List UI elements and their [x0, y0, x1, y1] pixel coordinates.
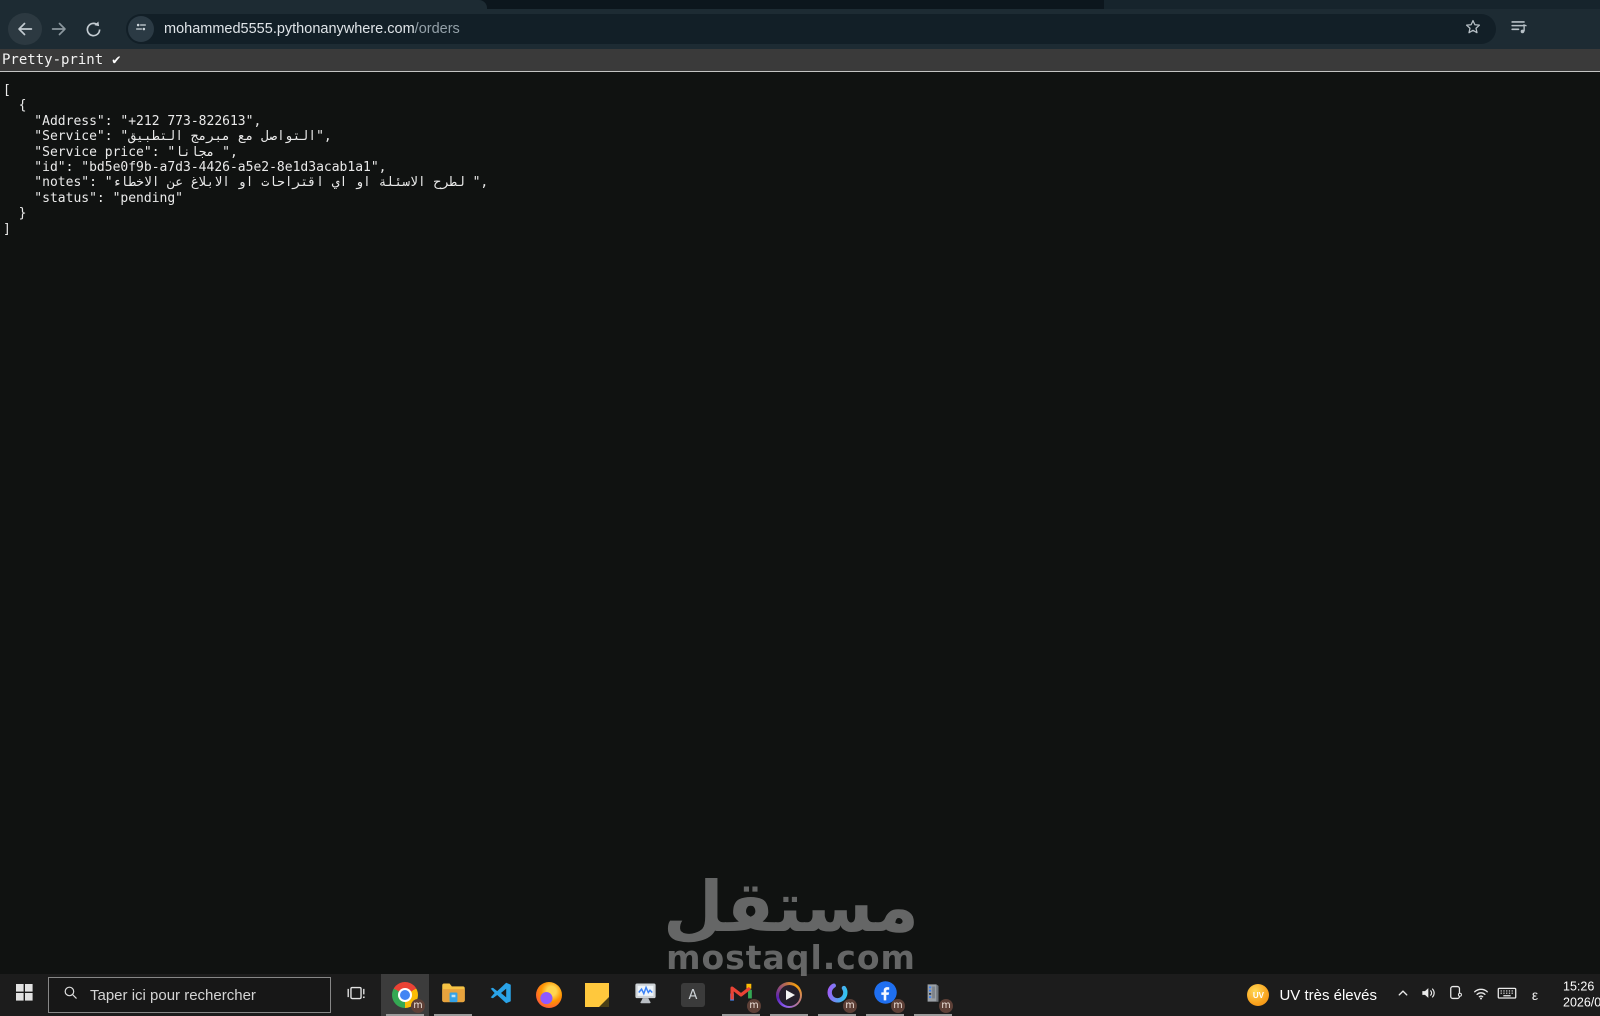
system-tray: UV UV très élevés ε	[1234, 974, 1600, 1016]
taskbar: Taper ici pour rechercher m A m m m m UV…	[0, 974, 1600, 1016]
taskbar-app-a[interactable]: A	[669, 974, 717, 1016]
url-domain: mohammed5555.pythonanywhere.com	[164, 21, 415, 37]
address-bar[interactable]: mohammed5555.pythonanywhere.com/orders	[126, 14, 1496, 44]
back-arrow-icon	[14, 18, 36, 40]
taskbar-app-c-gradient[interactable]: m	[813, 974, 861, 1016]
bookmark-button[interactable]	[1460, 16, 1486, 42]
touch-keyboard-button[interactable]	[1494, 974, 1520, 1016]
search-placeholder: Taper ici pour rechercher	[90, 986, 256, 1004]
screen: { "browser": { "url": { "domain": "moham…	[0, 0, 1600, 1016]
taskbar-app-server[interactable]: m	[909, 974, 957, 1016]
phone-link-icon	[1446, 983, 1465, 1007]
json-line: [	[3, 83, 11, 98]
profile-badge: m	[939, 999, 953, 1013]
a-app-icon: A	[681, 983, 705, 1007]
taskbar-search-box[interactable]: Taper ici pour rechercher	[48, 977, 331, 1013]
media-controls-icon	[1508, 16, 1530, 43]
json-line-address: "Address": "+212 773-822613",	[3, 113, 262, 129]
browser-toolbar: mohammed5555.pythonanywhere.com/orders	[0, 9, 1600, 49]
start-button[interactable]	[0, 974, 48, 1016]
json-line: ]	[3, 221, 11, 237]
taskbar-app-file-explorer[interactable]	[429, 974, 477, 1016]
url-text: mohammed5555.pythonanywhere.com/orders	[164, 21, 460, 37]
profile-badge: m	[843, 999, 857, 1013]
json-line: {	[3, 98, 27, 114]
taskbar-app-performance-monitor[interactable]	[621, 974, 669, 1016]
json-line-status: "status": "pending"	[3, 190, 184, 206]
taskbar-clock[interactable]: 15:26 2026/04/	[1563, 980, 1600, 1011]
vscode-icon	[488, 980, 514, 1011]
site-settings-button[interactable]	[128, 16, 154, 42]
reload-button[interactable]	[76, 13, 110, 45]
media-player-icon	[776, 982, 802, 1008]
weather-uv-widget[interactable]: UV UV très élevés	[1234, 974, 1390, 1016]
site-controls-icon	[132, 18, 150, 41]
json-line-service-price: "Service price": "مجانا ",	[3, 144, 238, 160]
json-line-service: "Service": "التواصل مع مبرمج التطبيق",	[3, 129, 332, 145]
sticky-notes-icon	[585, 983, 609, 1007]
taskbar-app-media-player[interactable]	[765, 974, 813, 1016]
profile-badge: m	[411, 999, 425, 1013]
task-view-button[interactable]	[331, 974, 381, 1016]
taskbar-app-blue-circle[interactable]: m	[861, 974, 909, 1016]
pretty-print-label: Pretty-print	[2, 52, 104, 68]
json-viewer: [ { "Address": "+212 773-822613", "Servi…	[0, 73, 1600, 974]
file-explorer-icon	[440, 979, 467, 1011]
chevron-up-icon	[1394, 984, 1412, 1007]
url-path: /orders	[414, 21, 460, 37]
search-icon	[62, 984, 79, 1006]
tab-strip	[0, 0, 1600, 9]
taskbar-app-gmail[interactable]: m	[717, 974, 765, 1016]
language-indicator[interactable]: ε	[1520, 987, 1550, 1003]
firefox-icon	[536, 982, 562, 1008]
taskbar-app-chrome[interactable]: m	[381, 974, 429, 1016]
keyboard-icon	[1496, 982, 1518, 1009]
forward-arrow-icon	[48, 18, 70, 40]
json-line-id: "id": "bd5e0f9b-a7d3-4426-a5e2-8e1d3acab…	[3, 160, 387, 176]
task-view-icon	[345, 982, 367, 1009]
windows-logo-icon	[15, 984, 33, 1006]
profile-badge: m	[891, 999, 905, 1013]
taskbar-app-firefox[interactable]	[525, 974, 573, 1016]
media-controls-button[interactable]	[1504, 14, 1534, 44]
reload-icon	[83, 19, 104, 40]
volume-button[interactable]	[1416, 974, 1442, 1016]
speaker-icon	[1419, 983, 1439, 1008]
tray-overflow-button[interactable]	[1390, 974, 1416, 1016]
forward-button[interactable]	[42, 13, 76, 45]
tab-strip-right-segment	[1104, 0, 1600, 9]
pretty-print-checkbox[interactable]: ✔	[112, 52, 120, 68]
uv-label: UV très élevés	[1279, 986, 1377, 1004]
star-icon	[1463, 17, 1483, 42]
clock-date: 2026/04/	[1563, 995, 1600, 1009]
taskbar-app-sticky-notes[interactable]	[573, 974, 621, 1016]
taskbar-app-vscode[interactable]	[477, 974, 525, 1016]
clock-time: 15:26	[1563, 979, 1595, 994]
json-line: }	[3, 206, 27, 222]
pretty-print-bar: Pretty-print ✔	[0, 49, 1600, 72]
json-line-notes: "notes": "لطرح الاسئلة او اي اقتراحات او…	[3, 175, 489, 191]
profile-badge: m	[747, 999, 761, 1013]
wifi-icon	[1471, 983, 1491, 1008]
performance-monitor-icon	[632, 979, 659, 1011]
back-button[interactable]	[8, 13, 42, 45]
wifi-button[interactable]	[1468, 974, 1494, 1016]
phone-link-button[interactable]	[1442, 974, 1468, 1016]
uv-index-icon: UV	[1247, 984, 1270, 1006]
active-tab[interactable]	[0, 0, 487, 9]
